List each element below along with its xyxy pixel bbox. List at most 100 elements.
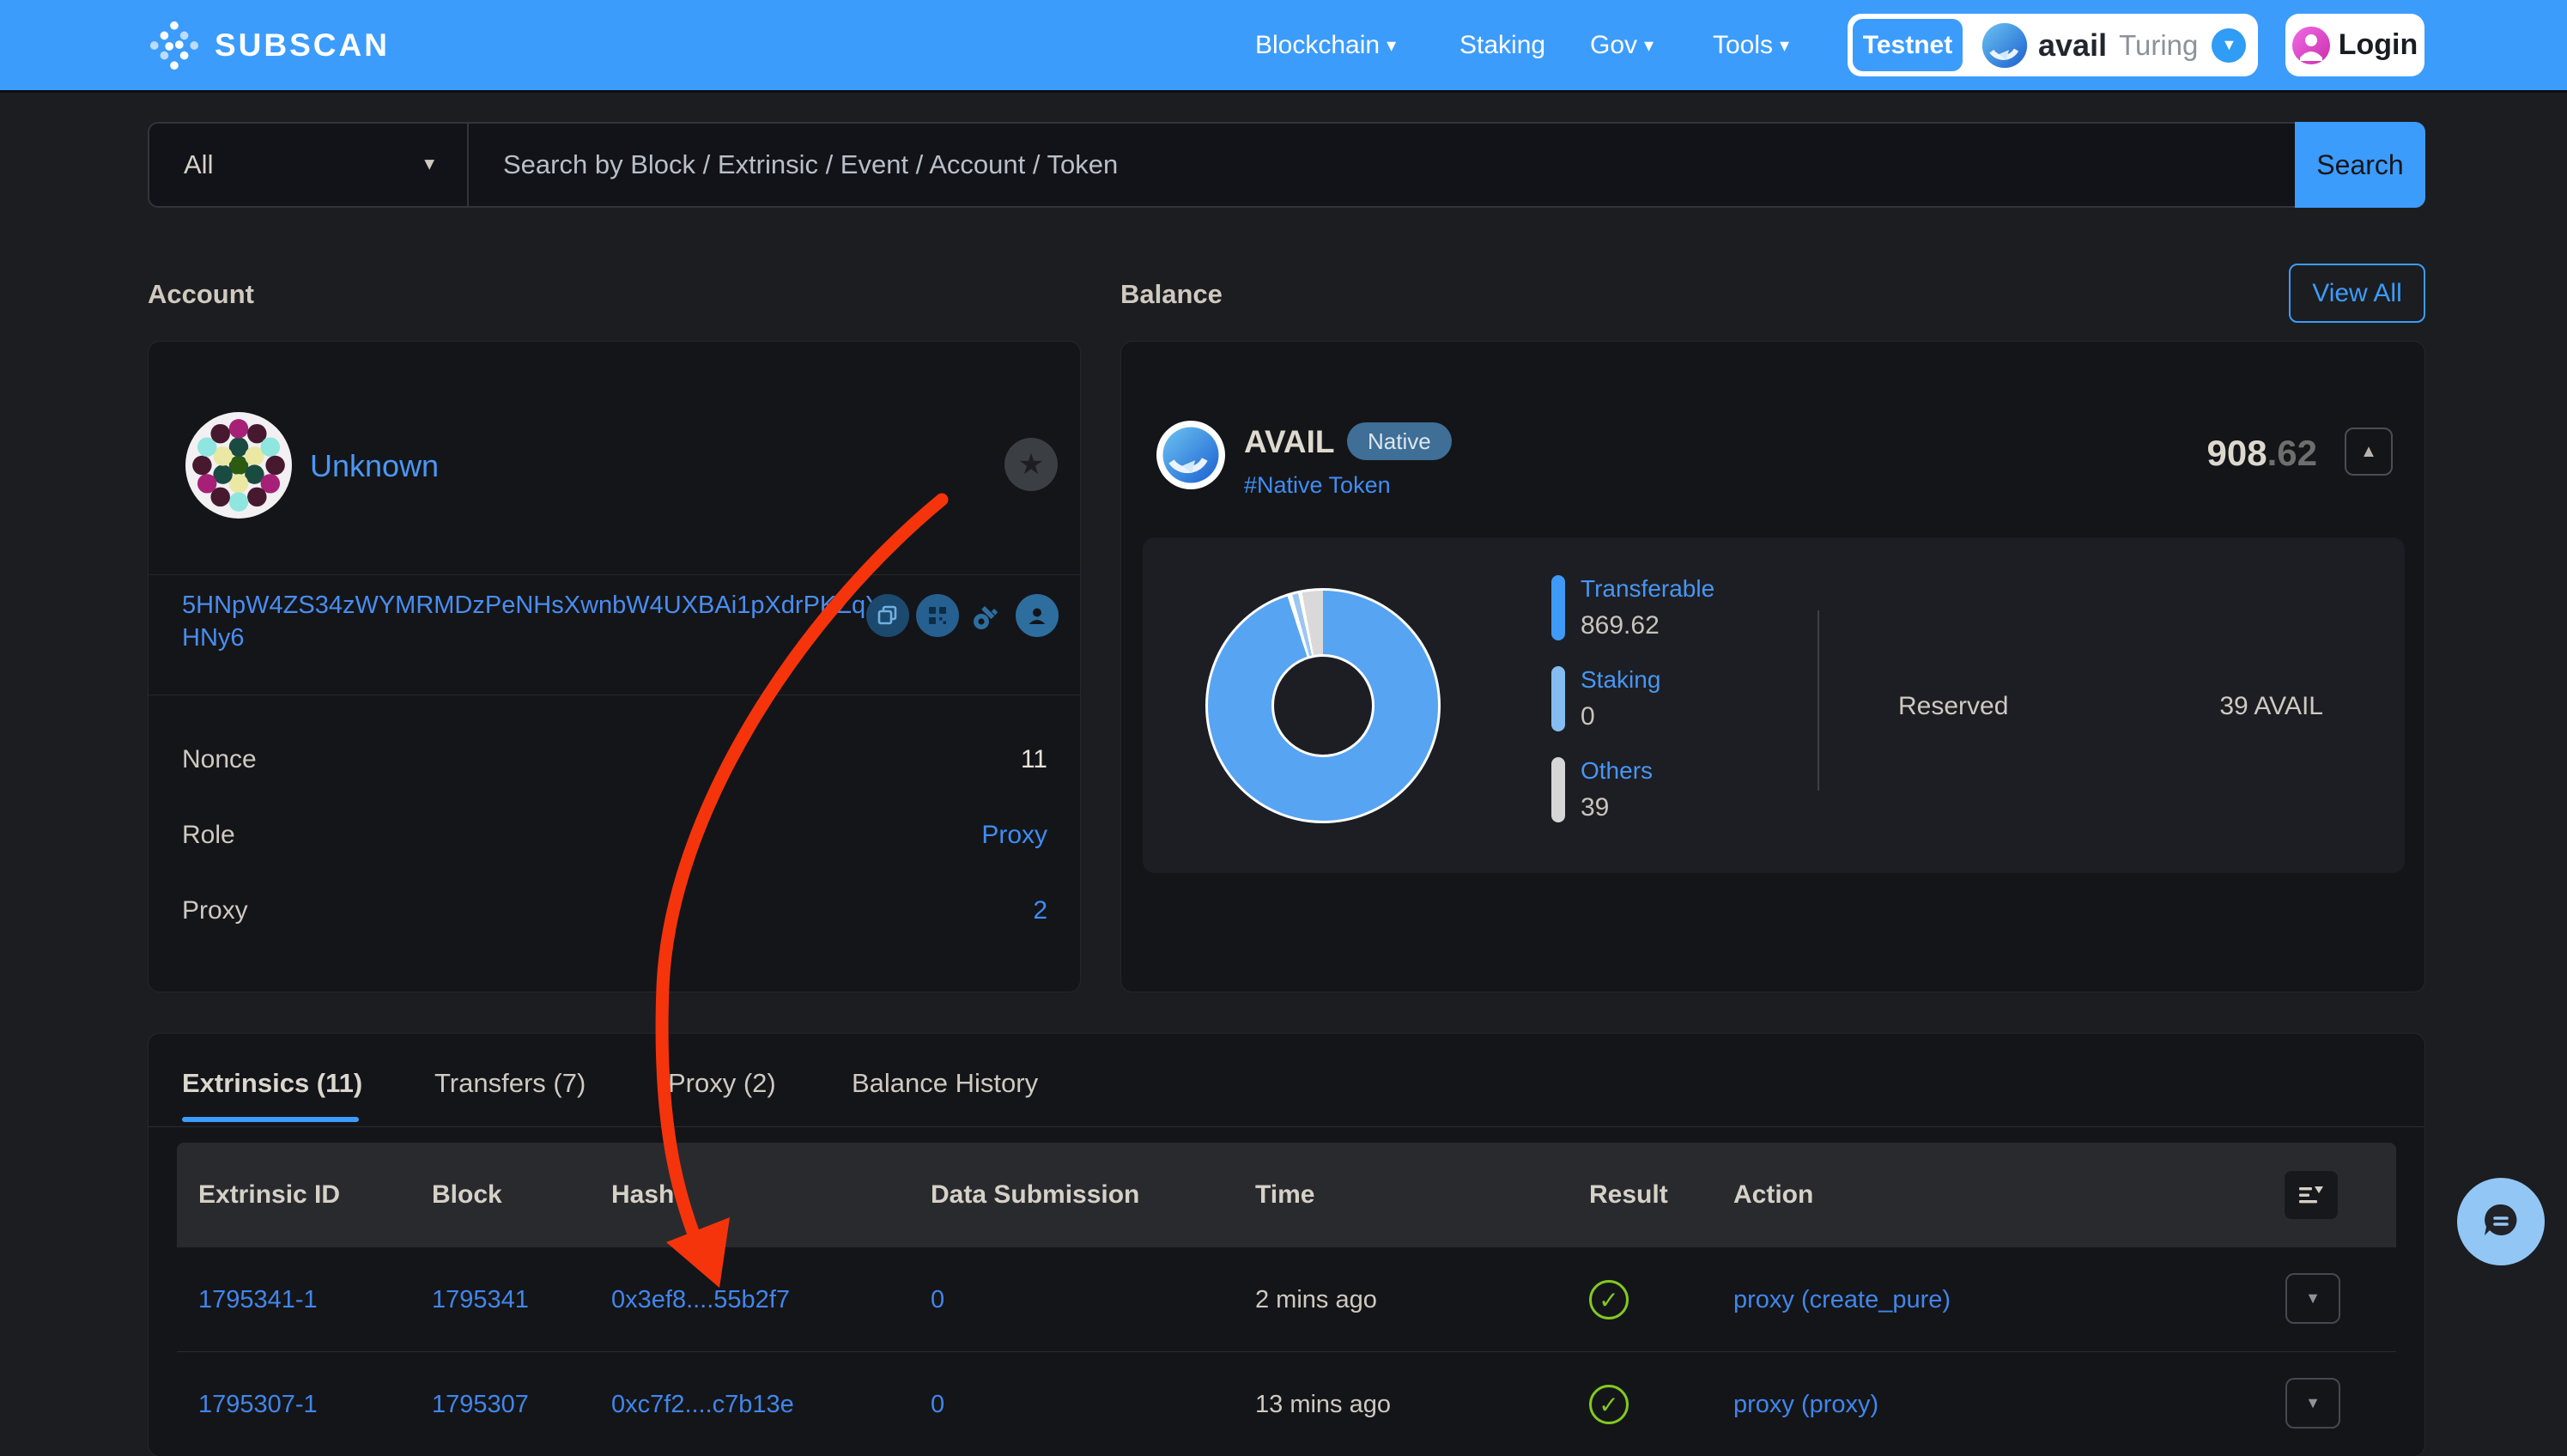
token-symbol: AVAIL	[1244, 424, 1335, 460]
key-icon[interactable]	[966, 594, 1009, 637]
tab-extrinsics[interactable]: Extrinsics (11)	[182, 1068, 362, 1104]
triangle-down-icon: ▼	[2305, 1289, 2321, 1307]
subscan-logo[interactable]: SUBSCAN	[148, 0, 390, 90]
divider	[1818, 610, 1819, 791]
chevron-down-icon: ▾	[1387, 0, 1396, 90]
star-icon: ★	[1018, 450, 1044, 479]
user-icon	[2292, 27, 2330, 64]
col-header-data-submission: Data Submission	[931, 1143, 1139, 1247]
action-link[interactable]: proxy (proxy)	[1733, 1352, 1878, 1456]
subscan-logo-icon	[148, 19, 201, 72]
native-token-tag[interactable]: #Native Token	[1244, 472, 1391, 499]
address-actions	[866, 594, 1059, 637]
table-row: 1795341-1 1795341 0x3ef8....55b2f7 0 2 m…	[177, 1247, 2396, 1352]
time-cell: 13 mins ago	[1255, 1352, 1391, 1456]
block-link[interactable]: 1795341	[432, 1247, 529, 1352]
search-filter-select[interactable]: All ▼	[149, 124, 469, 206]
filter-icon	[2298, 1184, 2324, 1206]
account-name[interactable]: Unknown	[310, 448, 439, 484]
active-tab-indicator	[182, 1117, 359, 1122]
favorite-star-button[interactable]: ★	[1004, 438, 1058, 491]
reserved-value: 39 AVAIL	[2219, 692, 2323, 721]
legend-marker-others	[1551, 757, 1565, 822]
legend-staking: Staking 0	[1551, 666, 1660, 731]
account-field-role: Role Proxy	[182, 818, 1047, 852]
legend-value: 0	[1581, 702, 1660, 731]
col-header-result: Result	[1589, 1143, 1668, 1247]
col-header-extrinsic-id: Extrinsic ID	[198, 1143, 340, 1247]
nav-gov[interactable]: Gov▾	[1590, 0, 1654, 90]
collapse-button[interactable]: ▲	[2345, 428, 2393, 476]
network-chevron-icon[interactable]: ▼	[2212, 28, 2246, 63]
network-chain: Turing	[2119, 29, 2198, 62]
testnet-chip[interactable]: Testnet	[1853, 19, 1963, 71]
support-chat-button[interactable]	[2457, 1178, 2545, 1265]
account-identicon	[185, 412, 292, 519]
success-check-icon: ✓	[1589, 1280, 1629, 1320]
col-header-block: Block	[432, 1143, 502, 1247]
account-field-nonce: Nonce 11	[182, 743, 1047, 777]
row-expand-button[interactable]: ▼	[2285, 1378, 2340, 1429]
balance-donut-chart	[1205, 588, 1441, 823]
hash-link[interactable]: 0xc7f2....c7b13e	[611, 1352, 794, 1456]
time-cell: 2 mins ago	[1255, 1247, 1377, 1352]
col-header-time: Time	[1255, 1143, 1314, 1247]
token-amount: 908.62	[2207, 433, 2317, 474]
legend-value: 39	[1581, 793, 1653, 822]
chevron-down-icon: ▾	[1644, 0, 1654, 90]
network-brand: avail	[2038, 27, 2107, 64]
tab-transfers[interactable]: Transfers (7)	[434, 1068, 586, 1104]
legend-marker-transferable	[1551, 575, 1565, 640]
reserved-label: Reserved	[1898, 692, 2008, 721]
table-row: 1795307-1 1795307 0xc7f2....c7b13e 0 13 …	[177, 1352, 2396, 1456]
brand-name: SUBSCAN	[215, 27, 390, 64]
extrinsic-id-link[interactable]: 1795307-1	[198, 1352, 318, 1456]
legend-label[interactable]: Transferable	[1581, 575, 1714, 603]
account-field-proxy: Proxy 2	[182, 894, 1047, 928]
triangle-up-icon: ▲	[2360, 442, 2377, 462]
table-header: Extrinsic ID Block Hash Data Submission …	[177, 1143, 2396, 1247]
avail-token-logo	[1156, 421, 1225, 489]
balance-card: AVAIL Native #Native Token 908.62 ▲ Tran…	[1120, 341, 2425, 992]
hash-link[interactable]: 0x3ef8....55b2f7	[611, 1247, 790, 1352]
tab-balance-history[interactable]: Balance History	[852, 1068, 1038, 1104]
tab-proxy[interactable]: Proxy (2)	[668, 1068, 776, 1104]
legend-others: Others 39	[1551, 757, 1653, 822]
legend-label[interactable]: Others	[1581, 757, 1653, 785]
account-address[interactable]: 5HNpW4ZS34zWYMRMDzPeNHsXwnbW4UXBAi1pXdrP…	[182, 589, 912, 654]
extrinsic-id-link[interactable]: 1795341-1	[198, 1247, 318, 1352]
chat-bubble-icon	[2477, 1198, 2525, 1246]
data-submission-link[interactable]: 0	[931, 1352, 944, 1456]
native-badge: Native	[1347, 422, 1452, 460]
action-link[interactable]: proxy (create_pure)	[1733, 1247, 1951, 1352]
legend-label[interactable]: Staking	[1581, 666, 1660, 694]
qr-code-icon[interactable]	[916, 594, 959, 637]
login-button[interactable]: Login	[2285, 14, 2424, 76]
balance-section-title: Balance	[1120, 279, 1223, 310]
activity-card: Extrinsics (11) Transfers (7) Proxy (2) …	[148, 1033, 2425, 1456]
login-label: Login	[2339, 28, 2418, 62]
col-header-action: Action	[1733, 1143, 1813, 1247]
account-card: Unknown ★ 5HNpW4ZS34zWYMRMDzPeNHsXwnbW4U…	[148, 341, 1081, 992]
nav-tools[interactable]: Tools▾	[1713, 0, 1789, 90]
balance-chart-panel: Transferable 869.62 Staking 0 Others 39	[1143, 537, 2405, 873]
network-selector[interactable]: Testnet avail Turing ▼	[1848, 14, 2258, 76]
legend-marker-staking	[1551, 666, 1565, 731]
data-submission-link[interactable]: 0	[931, 1247, 944, 1352]
divider	[149, 574, 1080, 575]
chevron-down-icon: ▾	[1780, 0, 1789, 90]
extrinsics-table: Extrinsic ID Block Hash Data Submission …	[177, 1143, 2396, 1456]
copy-icon[interactable]	[866, 594, 909, 637]
block-link[interactable]: 1795307	[432, 1352, 529, 1456]
legend-value: 869.62	[1581, 611, 1714, 640]
row-expand-button[interactable]: ▼	[2285, 1273, 2340, 1324]
triangle-down-icon: ▼	[2305, 1394, 2321, 1412]
table-filter-button[interactable]	[2285, 1171, 2338, 1219]
nav-blockchain[interactable]: Blockchain▾	[1255, 0, 1396, 90]
nav-staking[interactable]: Staking	[1459, 0, 1545, 90]
search-button[interactable]: Search	[2295, 122, 2425, 208]
account-profile-icon[interactable]	[1016, 594, 1059, 637]
view-all-button[interactable]: View All	[2289, 264, 2425, 323]
search-input[interactable]	[469, 124, 2295, 206]
select-caret-icon: ▼	[421, 155, 438, 175]
